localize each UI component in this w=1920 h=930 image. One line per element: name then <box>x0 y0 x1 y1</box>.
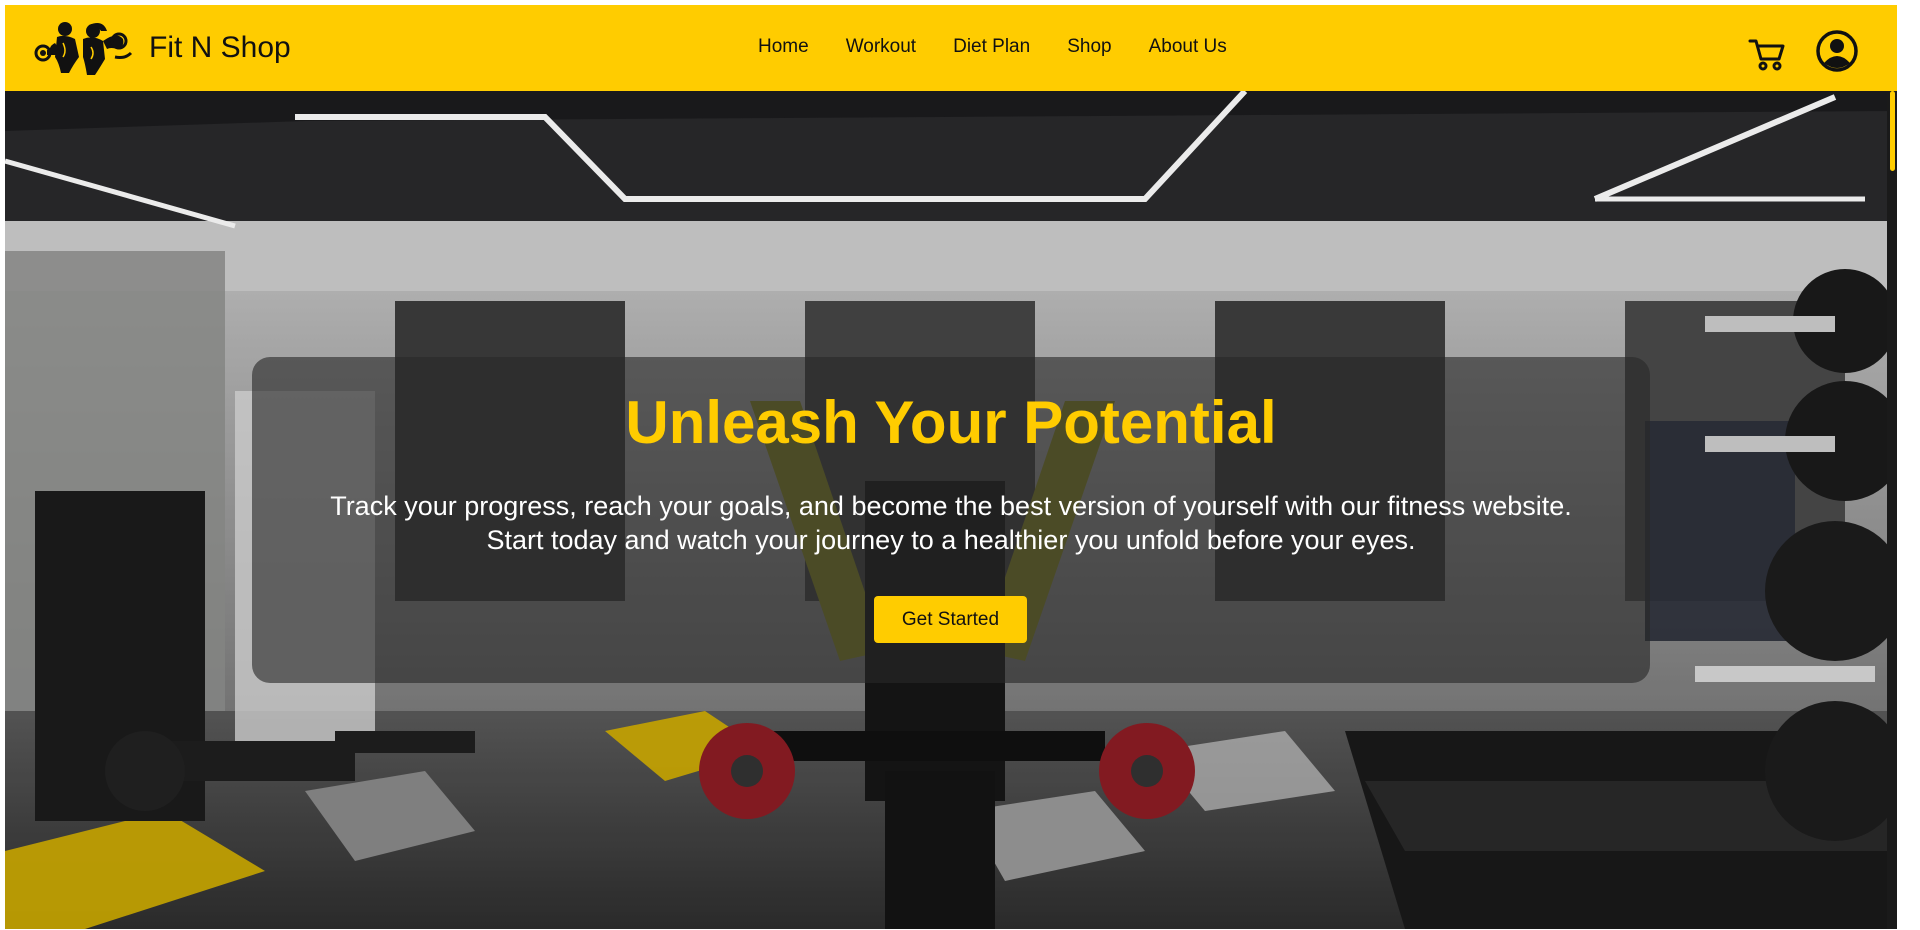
page-scrollbar[interactable] <box>1887 91 1897 929</box>
hero-section: Unleash Your Potential Track your progre… <box>5 91 1897 929</box>
cart-icon <box>1748 39 1785 71</box>
scrollbar-thumb[interactable] <box>1890 91 1895 171</box>
brand[interactable]: Fit N Shop <box>33 17 291 79</box>
user-account-icon <box>1816 30 1858 72</box>
nav-link-shop[interactable]: Shop <box>1067 36 1111 58</box>
nav-link-diet-plan[interactable]: Diet Plan <box>953 36 1030 58</box>
cart-button[interactable] <box>1747 33 1787 73</box>
main-nav: Home Workout Diet Plan Shop About Us <box>758 36 1227 58</box>
browser-viewport: Fit N Shop Home Workout Diet Plan Shop A… <box>5 5 1897 929</box>
user-account-button[interactable] <box>1815 29 1859 73</box>
nav-link-home[interactable]: Home <box>758 36 809 58</box>
top-navbar: Fit N Shop Home Workout Diet Plan Shop A… <box>5 5 1897 91</box>
nav-link-workout[interactable]: Workout <box>846 36 916 58</box>
brand-name: Fit N Shop <box>149 31 291 64</box>
hero-tagline: Track your progress, reach your goals, a… <box>330 491 1572 555</box>
get-started-button[interactable]: Get Started <box>874 596 1027 643</box>
bodybuilder-couple-logo <box>34 22 133 75</box>
hero-headline: Unleash Your Potential <box>625 389 1277 456</box>
nav-link-about-us[interactable]: About Us <box>1149 36 1227 58</box>
hero-content-panel: Unleash Your Potential Track your progre… <box>252 357 1650 683</box>
